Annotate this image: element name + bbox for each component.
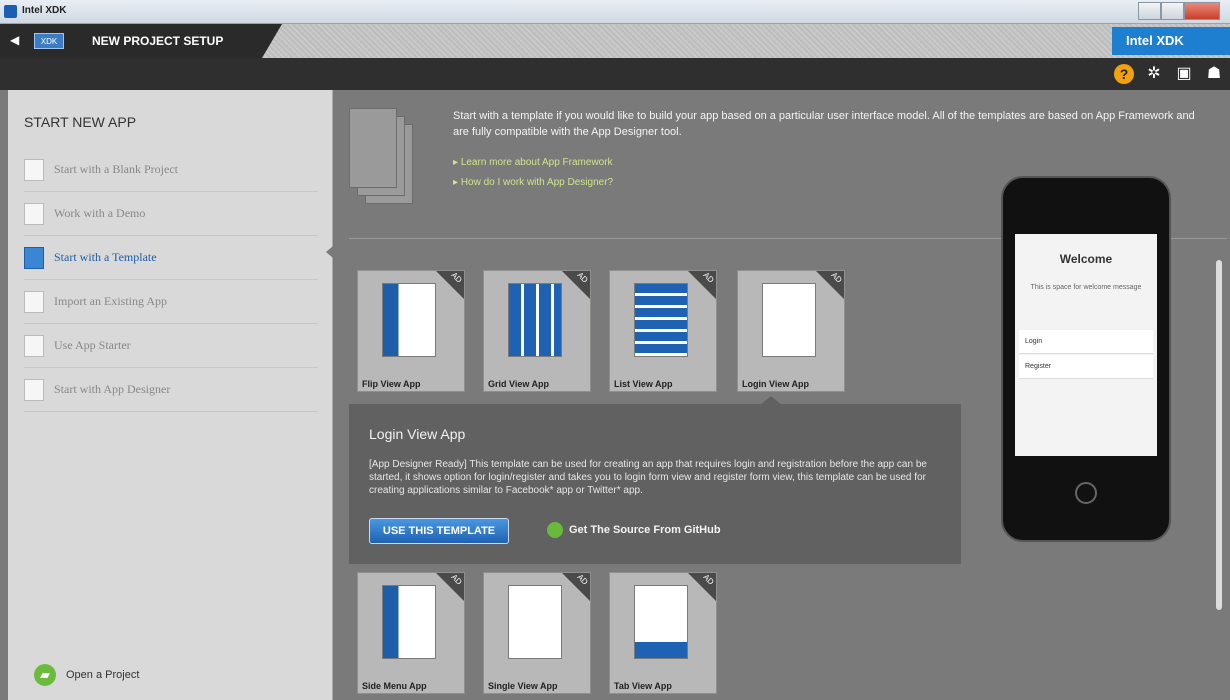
github-link[interactable]: Get The Source From GitHub [547,522,721,538]
link-app-designer[interactable]: ▸ How do I work with App Designer? [453,177,613,188]
header-dark-area: ◀ XDK NEW PROJECT SETUP [0,24,262,58]
link-label: Learn more about App Framework [460,157,613,168]
side-menu-icon [382,585,436,659]
tile-label: List View App [614,379,673,389]
tile-label: Tab View App [614,681,672,691]
template-tile-grid-view[interactable]: AD Grid View App [483,270,591,392]
xdk-badge[interactable]: XDK [34,33,64,49]
sidebar-item-template[interactable]: Start with a Template [24,236,318,280]
template-tile-tab-view[interactable]: AD Tab View App [609,572,717,694]
sidebar-item-import[interactable]: Import an Existing App [24,280,318,324]
grid-view-icon [508,283,562,357]
maximize-button[interactable] [1161,2,1185,20]
demo-icon [24,202,44,225]
github-icon [547,522,563,538]
detail-description: [App Designer Ready] This template can b… [369,459,927,496]
template-tile-login-view[interactable]: AD Login View App [737,270,845,392]
sidebar-item-label: Import an Existing App [54,294,167,308]
sidebar-item-demo[interactable]: Work with a Demo [24,192,318,236]
window-title: Intel XDK [22,5,67,16]
sidebar-item-app-starter[interactable]: Use App Starter [24,324,318,368]
settings-gear-icon[interactable]: ✲ [1144,64,1164,84]
sidebar: START NEW APP Start with a Blank Project… [8,90,340,700]
template-tile-flip-view[interactable]: AD Flip View App [357,270,465,392]
brand-badge: Intel XDK [1112,27,1230,55]
github-link-label: Get The Source From GitHub [569,523,721,536]
link-label: How do I work with App Designer? [460,177,614,188]
tile-label: Grid View App [488,379,550,389]
sidebar-item-label: Start with a Template [54,250,157,264]
window-titlebar: Intel XDK [0,0,1230,24]
main-panel: Start with a template if you would like … [333,90,1230,700]
template-tile-single-view[interactable]: AD Single View App [483,572,591,694]
open-project-label: Open a Project [66,669,140,681]
close-button[interactable] [1184,2,1220,20]
sidebar-item-label: Start with a Blank Project [54,162,178,176]
login-view-icon [762,283,816,357]
template-detail-panel: Login View App [App Designer Ready] This… [349,404,961,564]
use-template-button[interactable]: USE THIS TEMPLATE [369,518,509,544]
flip-view-icon [382,283,436,357]
tile-label: Side Menu App [362,681,427,691]
detail-title: Login View App [369,426,466,442]
phone-screen: Welcome This is space for welcome messag… [1015,234,1157,456]
tile-label: Login View App [742,379,809,389]
sidebar-item-label: Start with App Designer [54,382,171,396]
help-icon[interactable]: ? [1114,64,1134,84]
import-icon [24,290,44,313]
power-icon [24,334,44,357]
back-arrow-icon[interactable]: ◀ [10,33,19,47]
page-title: NEW PROJECT SETUP [92,34,224,48]
minimize-button[interactable] [1138,2,1162,20]
phone-welcome-title: Welcome [1059,252,1113,266]
link-app-framework[interactable]: ▸ Learn more about App Framework [453,157,613,168]
sidebar-item-app-designer[interactable]: Start with App Designer [24,368,318,412]
toolbar-icons: ? ✲ ▣ ☗ [1114,64,1224,84]
sidebar-item-blank-project[interactable]: Start with a Blank Project [24,148,318,192]
template-tile-side-menu[interactable]: AD Side Menu App [357,572,465,694]
template-icon [24,246,44,269]
intro-text: Start with a template if you would like … [453,110,1195,138]
blank-document-icon [24,158,44,181]
tab-view-icon [634,585,688,659]
phone-login-row: Login [1019,330,1153,354]
folder-open-icon: ▰ [34,664,56,686]
phone-preview: Welcome This is space for welcome messag… [1001,176,1171,542]
toolbar: ? ✲ ▣ ☗ [0,58,1230,90]
tile-label: Flip View App [362,379,421,389]
chat-icon[interactable]: ▣ [1174,64,1194,84]
phone-welcome-message: This is space for welcome message [1030,284,1142,291]
header-notch [262,24,282,58]
page-header: ◀ XDK NEW PROJECT SETUP Intel XDK [0,24,1230,58]
sidebar-item-label: Work with a Demo [54,206,146,220]
template-tile-list-view[interactable]: AD List View App [609,270,717,392]
app-window: Intel XDK ◀ XDK NEW PROJECT SETUP Intel … [0,0,1230,700]
phone-register-row: Register [1019,355,1153,379]
phone-home-button [1075,482,1097,504]
single-view-icon [508,585,562,659]
sidebar-item-label: Use App Starter [54,338,131,352]
tile-label: Single View App [488,681,558,691]
template-stack-icon [349,108,413,204]
open-project-button[interactable]: ▰ Open a Project [34,664,139,686]
designer-icon [24,378,44,401]
sidebar-heading: START NEW APP [24,114,137,130]
user-icon[interactable]: ☗ [1204,64,1224,84]
intel-xdk-logo-icon [4,5,17,18]
scrollbar[interactable] [1216,260,1222,610]
window-controls [1138,2,1220,20]
list-view-icon [634,283,688,357]
